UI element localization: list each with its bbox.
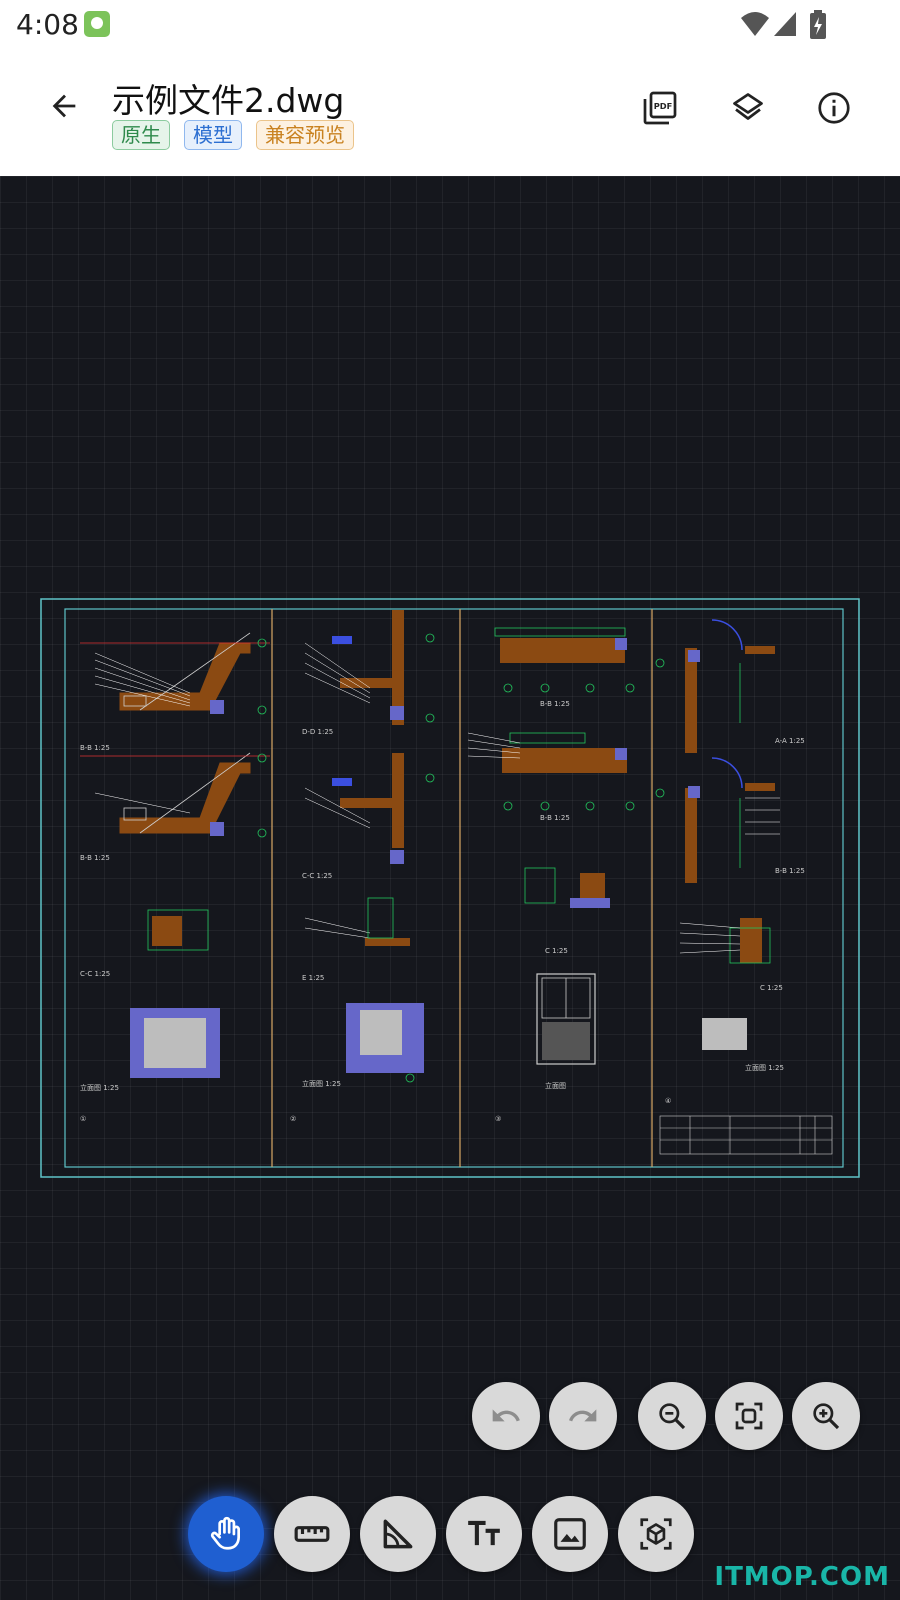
fit-screen-icon	[735, 1402, 763, 1430]
zoom-in-icon	[813, 1403, 840, 1430]
layers-button[interactable]	[720, 80, 776, 136]
text-icon	[468, 1520, 500, 1546]
image-tool-button[interactable]	[532, 1496, 608, 1572]
signal-icon	[774, 12, 796, 36]
image-icon	[554, 1518, 586, 1550]
export-pdf-button[interactable]: PDF	[632, 80, 688, 136]
3d-view-button[interactable]	[618, 1496, 694, 1572]
zoom-in-button[interactable]	[792, 1382, 860, 1450]
site-watermark: ITMOP.COM	[714, 1562, 890, 1592]
file-tags: 原生 模型 兼容预览	[112, 120, 354, 150]
arrow-left-icon	[52, 94, 76, 118]
tag-native: 原生	[112, 120, 170, 150]
info-button[interactable]	[806, 80, 862, 136]
ruler-icon	[294, 1526, 330, 1542]
svg-text:B-B 1:25: B-B 1:25	[80, 744, 110, 752]
zoom-out-button[interactable]	[638, 1382, 706, 1450]
angle-tool-button[interactable]	[360, 1496, 436, 1572]
zoom-out-icon	[659, 1403, 686, 1430]
battery-icon	[810, 10, 826, 39]
fit-screen-button[interactable]	[715, 1382, 783, 1450]
back-button[interactable]	[32, 74, 96, 138]
wifi-icon	[741, 12, 769, 36]
info-icon	[818, 92, 850, 124]
app-header: 示例文件2.dwg 原生 模型 兼容预览 PDF	[0, 50, 900, 176]
undo-icon	[492, 1409, 520, 1422]
status-time: 4:08	[16, 8, 79, 41]
svg-text:立面图: 立面图	[545, 1081, 566, 1090]
layers-icon	[733, 93, 763, 120]
pdf-icon: PDF	[643, 91, 677, 125]
redo-icon	[569, 1409, 597, 1422]
svg-text:②: ②	[290, 1115, 296, 1123]
status-bar: 4:08	[0, 0, 900, 50]
cad-drawing[interactable]: B-B 1:25 B-B 1:25 C-C 1:25 立面图 1:25 ① D-D …	[40, 598, 860, 1178]
svg-text:A-A 1:25: A-A 1:25	[775, 737, 805, 745]
undo-button[interactable]	[472, 1382, 540, 1450]
svg-text:③: ③	[495, 1115, 501, 1123]
svg-text:④: ④	[665, 1097, 671, 1105]
svg-text:C 1:25: C 1:25	[760, 984, 783, 992]
svg-text:E 1:25: E 1:25	[302, 974, 324, 982]
svg-text:B-B 1:25: B-B 1:25	[775, 867, 805, 875]
angle-icon	[383, 1519, 413, 1549]
svg-text:立面图 1:25: 立面图 1:25	[745, 1063, 784, 1072]
svg-text:D-D 1:25: D-D 1:25	[302, 728, 333, 736]
svg-text:①: ①	[80, 1115, 86, 1123]
text-tool-button[interactable]	[446, 1496, 522, 1572]
svg-text:立面图 1:25: 立面图 1:25	[302, 1079, 341, 1088]
svg-text:B-B 1:25: B-B 1:25	[80, 854, 110, 862]
svg-text:B-B 1:25: B-B 1:25	[540, 700, 570, 708]
redo-button[interactable]	[549, 1382, 617, 1450]
file-title: 示例文件2.dwg	[112, 81, 345, 120]
pan-tool-button[interactable]	[188, 1496, 264, 1572]
hand-icon	[210, 1516, 241, 1550]
measure-tool-button[interactable]	[274, 1496, 350, 1572]
svg-text:PDF: PDF	[654, 101, 673, 111]
tag-compat-preview: 兼容预览	[256, 120, 354, 150]
svg-text:C-C 1:25: C-C 1:25	[80, 970, 110, 978]
svg-text:C-C 1:25: C-C 1:25	[302, 872, 332, 880]
drawing-canvas[interactable]: B-B 1:25 B-B 1:25 C-C 1:25 立面图 1:25 ① D-…	[0, 176, 900, 1600]
tag-model: 模型	[184, 120, 242, 150]
notification-app-icon	[84, 11, 110, 37]
cube-icon	[640, 1518, 672, 1550]
svg-text:立面图 1:25: 立面图 1:25	[80, 1083, 119, 1092]
svg-text:C 1:25: C 1:25	[545, 947, 568, 955]
svg-text:B-B 1:25: B-B 1:25	[540, 814, 570, 822]
